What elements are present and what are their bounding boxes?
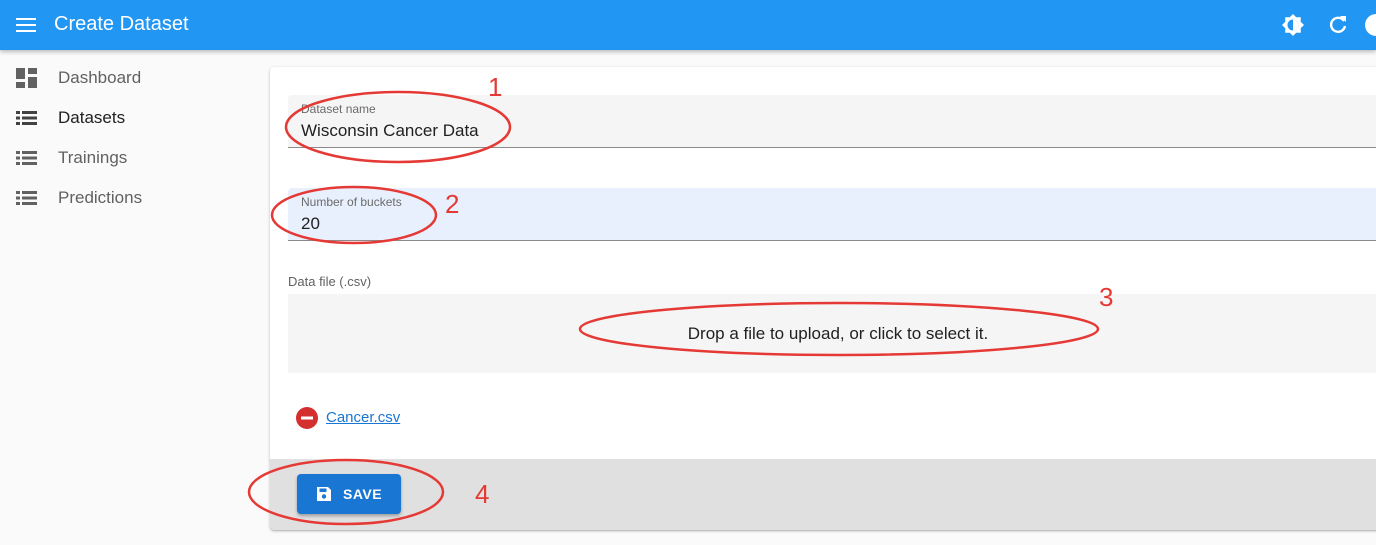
sidebar-item-label: Trainings <box>58 148 128 167</box>
dataset-name-input[interactable] <box>301 121 1201 141</box>
sidebar-item-trainings[interactable]: Trainings <box>0 138 250 178</box>
save-icon <box>316 486 332 502</box>
save-button-label: SAVE <box>343 486 383 502</box>
dashboard-icon <box>16 68 38 88</box>
refresh-icon[interactable] <box>1326 13 1350 37</box>
app-bar: Create Dataset <box>0 0 1376 50</box>
file-link[interactable]: Cancer.csv <box>326 409 400 426</box>
dataset-name-label: Dataset name <box>301 102 376 116</box>
remove-circle-icon[interactable] <box>296 407 318 429</box>
sidebar-item-label: Datasets <box>58 108 126 127</box>
sidebar-item-predictions[interactable]: Predictions <box>0 178 250 218</box>
brightness-icon[interactable] <box>1281 13 1305 37</box>
buckets-input[interactable] <box>301 214 1201 234</box>
dataset-name-field[interactable]: Dataset name <box>288 95 1376 148</box>
data-file-label: Data file (.csv) <box>288 274 372 289</box>
page-title: Create Dataset <box>54 13 189 35</box>
buckets-field[interactable]: Number of buckets <box>288 188 1376 241</box>
save-button[interactable]: SAVE <box>297 474 401 514</box>
buckets-label: Number of buckets <box>301 195 402 209</box>
account-icon[interactable] <box>1364 13 1376 37</box>
sidebar: Dashboard Datasets Trainings Predictions <box>0 58 250 218</box>
file-dropzone[interactable]: Drop a file to upload, or click to selec… <box>288 294 1376 373</box>
sidebar-item-dashboard[interactable]: Dashboard <box>0 58 250 98</box>
sidebar-item-datasets[interactable]: Datasets <box>0 98 250 138</box>
form-toolbar: SAVE <box>270 459 1376 530</box>
list-icon <box>16 188 38 208</box>
create-dataset-form: Dataset name Number of buckets Data file… <box>270 67 1376 530</box>
sidebar-item-label: Predictions <box>58 188 143 207</box>
dropzone-text: Drop a file to upload, or click to selec… <box>687 324 989 343</box>
sidebar-item-label: Dashboard <box>58 68 142 87</box>
list-icon <box>16 108 38 128</box>
list-icon <box>16 148 38 168</box>
menu-icon[interactable] <box>16 15 36 35</box>
